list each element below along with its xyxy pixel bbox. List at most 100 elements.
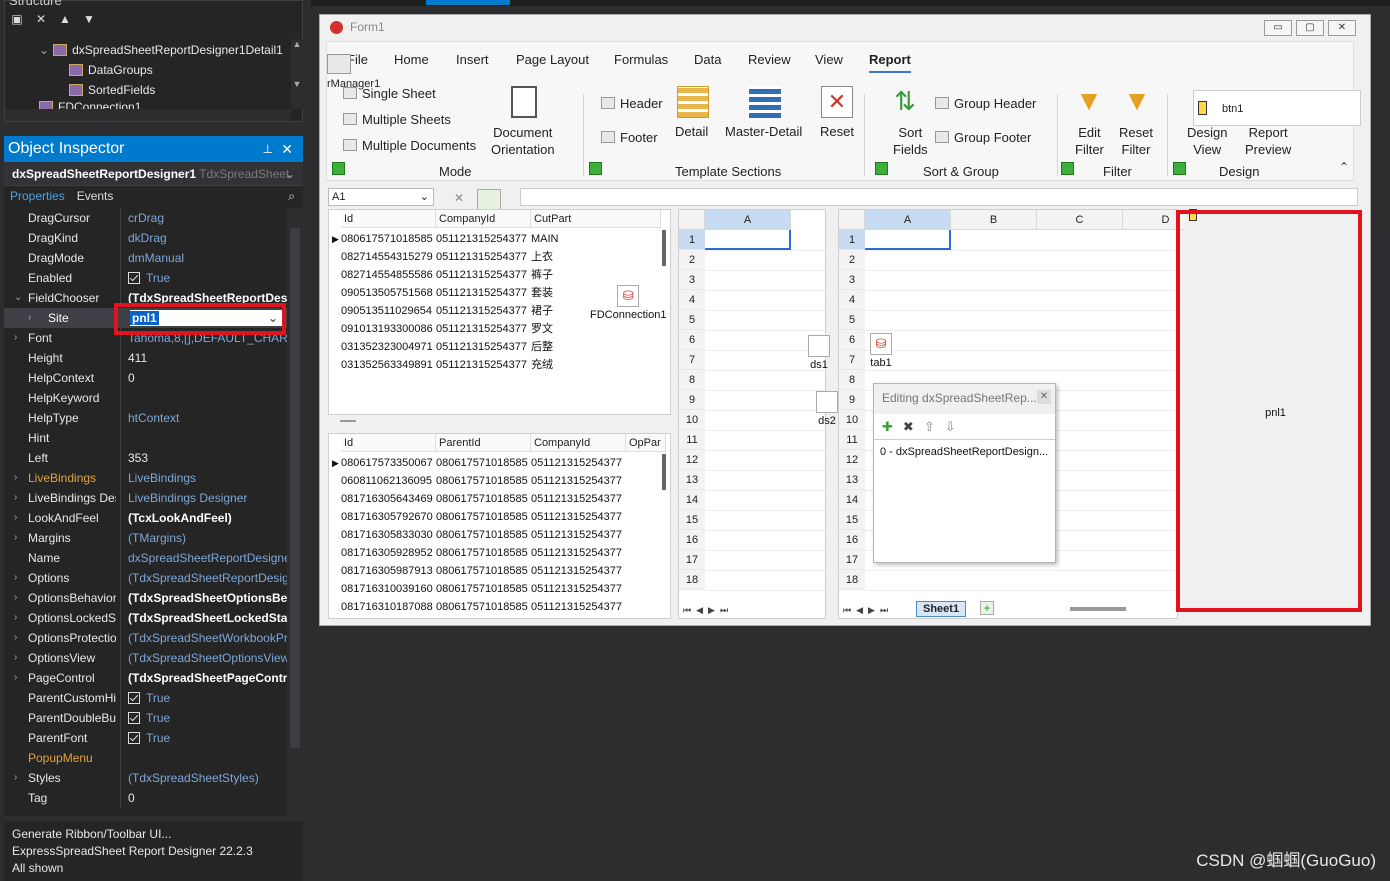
checkbox-icon[interactable] [128, 732, 140, 744]
grid-cell[interactable]: 082714554855586 [341, 266, 436, 284]
grid-cell[interactable]: 080617571018585 [436, 598, 531, 616]
row-header[interactable]: 12 [839, 450, 865, 470]
chevron-right-icon[interactable]: › [14, 488, 17, 508]
tree-item-datagroups[interactable]: DataGroups [69, 61, 153, 79]
grid-cell[interactable]: 080617573350067 [341, 454, 436, 472]
property-value[interactable]: True [128, 708, 287, 728]
close-icon[interactable]: ✕ [1037, 390, 1051, 404]
property-row[interactable]: ParentCustomHi True [4, 688, 287, 708]
splitter-grip[interactable] [340, 420, 356, 422]
row-header[interactable]: 9 [839, 390, 865, 410]
grid-cell[interactable]: 051121315254377 [531, 454, 626, 472]
grid-cell[interactable]: 051121315254377 [531, 580, 626, 598]
status-line[interactable]: Generate Ribbon/Toolbar UI... [12, 826, 295, 843]
property-value[interactable]: (TdxSpreadSheetOptionsView) [128, 648, 287, 668]
report-preview-button[interactable]: Report Preview [1245, 124, 1291, 158]
chevron-right-icon[interactable]: › [14, 588, 17, 608]
tab-review[interactable]: Review [748, 52, 791, 67]
tab-properties[interactable]: Properties [4, 186, 71, 206]
property-value[interactable]: 0 [128, 788, 287, 808]
namebox[interactable]: A1 ⌄ [328, 188, 434, 206]
row-header[interactable]: 1 [839, 230, 865, 250]
grid-cell[interactable]: 051121315254377 [436, 338, 531, 356]
row-header[interactable]: 18 [679, 570, 705, 590]
row-header[interactable]: 4 [679, 290, 705, 310]
column-header[interactable]: C [1037, 210, 1123, 230]
minimize-button[interactable]: ▭ [1264, 20, 1292, 36]
row-header[interactable]: 12 [679, 450, 705, 470]
detail-button[interactable]: Detail [675, 124, 708, 139]
header-button[interactable]: Header [601, 96, 663, 111]
spreadsheet-left[interactable]: A 1 2 3 4 5 6 7 8 9 10 11 12 13 14 15 16 17 18 ⏮◀▶⏭ [678, 209, 826, 619]
row-header[interactable]: 16 [679, 530, 705, 550]
grid-cell[interactable]: 080617571018585 [436, 472, 531, 490]
grid-column-header[interactable]: CompanyId [436, 210, 531, 228]
property-row[interactable]: Enabled True [4, 268, 287, 288]
grid-cell[interactable]: 后整 [531, 338, 661, 356]
property-row[interactable]: HelpType htContext [4, 408, 287, 428]
chevron-right-icon[interactable]: › [14, 768, 17, 788]
row-header[interactable]: 5 [679, 310, 705, 330]
grid-cell[interactable]: 080617571018585 [436, 508, 531, 526]
grid-cell[interactable]: 091013193300086 [341, 320, 436, 338]
sheet-corner[interactable] [679, 210, 705, 230]
row-header[interactable]: 15 [679, 510, 705, 530]
grid-column-header[interactable]: ParentId [436, 434, 531, 452]
grid-cell[interactable]: 051121315254377 [436, 284, 531, 302]
selected-cell[interactable] [705, 230, 791, 250]
row-header[interactable]: 5 [839, 310, 865, 330]
maximize-button[interactable]: ▢ [1296, 20, 1324, 36]
property-row[interactable]: › Margins (TMargins) [4, 528, 287, 548]
grid-cell[interactable]: MAIN [531, 230, 661, 248]
property-value[interactable]: (TdxSpreadSheetOptionsBeh [128, 588, 287, 608]
row-header[interactable]: 9 [679, 390, 705, 410]
move-down-icon[interactable]: ⇩ [945, 419, 956, 435]
property-row[interactable]: › OptionsBehavior (TdxSpreadSheetOptionsBe… [4, 588, 287, 608]
row-header[interactable]: 8 [679, 370, 705, 390]
grid-cell[interactable]: 080617571018585 [436, 580, 531, 598]
master-detail-button[interactable]: Master-Detail [725, 124, 802, 139]
property-row[interactable]: PopupMenu [4, 748, 287, 768]
property-row[interactable]: ParentFont True [4, 728, 287, 748]
property-value[interactable]: 0 [128, 368, 287, 388]
grid-cell[interactable]: 051121315254377 [531, 598, 626, 616]
grid-cell[interactable]: 090513505751568 [341, 284, 436, 302]
property-row[interactable]: › LookAndFeel (TcxLookAndFeel) [4, 508, 287, 528]
tab-home[interactable]: Home [394, 52, 429, 67]
data-grid-2[interactable]: Id ParentId CompanyId OpPar ▶ 080617573350067… [328, 433, 671, 619]
arrow-down-icon[interactable]: ▼ [81, 11, 97, 27]
chevron-right-icon[interactable]: › [14, 508, 17, 528]
property-value[interactable]: True [128, 728, 287, 748]
property-value[interactable]: LiveBindings Designer [128, 488, 287, 508]
grid-cell[interactable]: 080617571018585 [436, 454, 531, 472]
row-header[interactable]: 15 [839, 510, 865, 530]
row-header[interactable]: 13 [679, 470, 705, 490]
row-header[interactable]: 11 [839, 430, 865, 450]
row-header[interactable]: 3 [839, 270, 865, 290]
grid-column-header[interactable]: Id [341, 434, 436, 452]
checkbox-icon[interactable] [128, 692, 140, 704]
row-header[interactable]: 3 [679, 270, 705, 290]
property-value[interactable]: htContext [128, 408, 287, 428]
add-sheet-icon[interactable]: + [980, 601, 994, 615]
group-header-button[interactable]: Group Header [935, 96, 1036, 111]
chevron-right-icon[interactable]: › [14, 528, 17, 548]
multiple-documents-button[interactable]: Multiple Documents [343, 138, 476, 153]
grid-cell[interactable]: 080617571018585 [436, 544, 531, 562]
structure-hscrollbar[interactable] [5, 109, 291, 121]
grid-cell[interactable]: 081716305987913 [341, 562, 436, 580]
grid-cell[interactable]: 裤子 [531, 266, 661, 284]
grid-column-header[interactable]: CutPart [531, 210, 661, 228]
tab-report[interactable]: Report [869, 52, 911, 73]
property-row[interactable]: › OptionsLockedSt (TdxSpreadSheetLockedSta… [4, 608, 287, 628]
collection-item[interactable]: 0 - dxSpreadSheetReportDesign... [874, 440, 1055, 464]
oi-scrollbar[interactable] [287, 208, 303, 816]
grid-cell[interactable]: 080617571018585 [341, 230, 436, 248]
row-header[interactable]: 17 [679, 550, 705, 570]
property-value[interactable]: (TdxSpreadSheetLockedStat [128, 608, 287, 628]
single-sheet-button[interactable]: Single Sheet [343, 86, 436, 101]
grid-cell[interactable]: 051121315254377 [436, 266, 531, 284]
property-row[interactable]: HelpKeyword [4, 388, 287, 408]
tree-item-sortedfields[interactable]: SortedFields [69, 81, 155, 99]
grid-cell[interactable]: 081716305792670 [341, 508, 436, 526]
